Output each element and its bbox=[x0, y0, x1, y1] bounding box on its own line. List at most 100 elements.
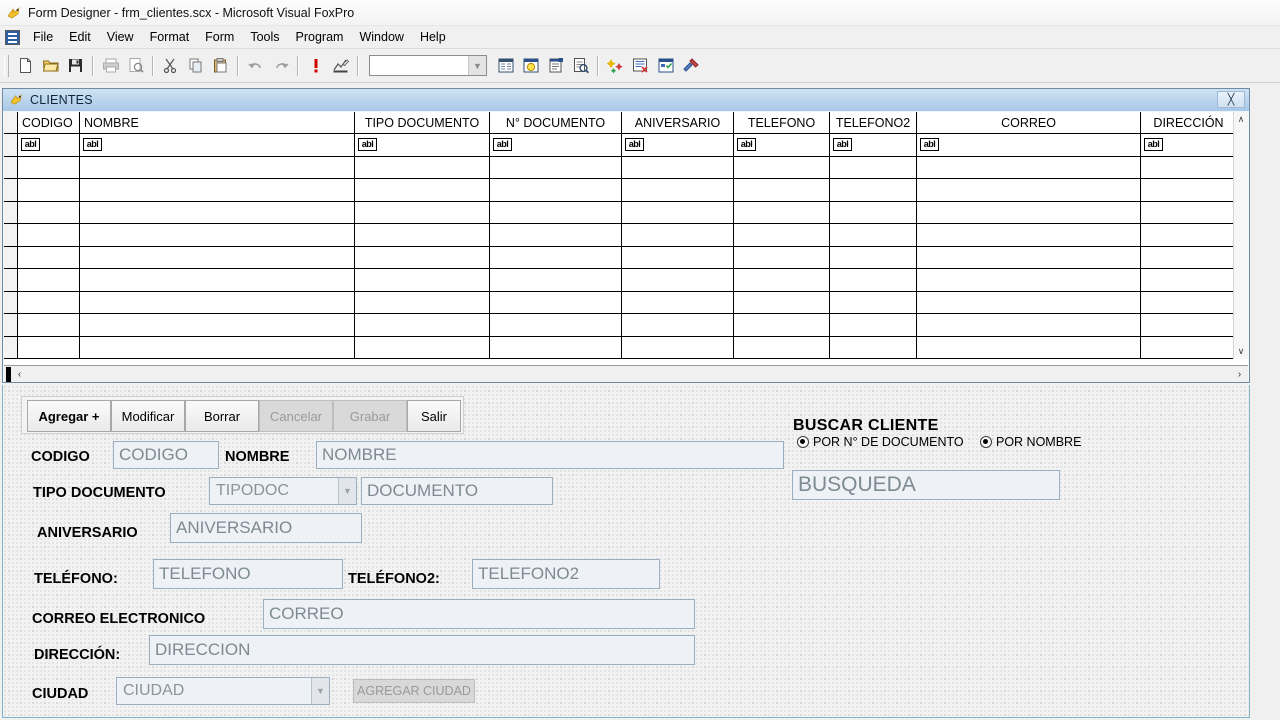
grid-row[interactable] bbox=[4, 246, 1248, 269]
grid-cell[interactable] bbox=[355, 314, 490, 336]
grid-cell[interactable] bbox=[734, 269, 830, 291]
direccion-input[interactable]: DIRECCION bbox=[149, 635, 695, 665]
grid-cell[interactable] bbox=[917, 156, 1141, 178]
paste-icon[interactable] bbox=[208, 54, 233, 78]
grid-cell[interactable] bbox=[355, 269, 490, 291]
grid-cell[interactable] bbox=[490, 336, 622, 358]
form-builder-icon[interactable] bbox=[678, 54, 703, 78]
grid-cell[interactable] bbox=[80, 156, 355, 178]
grid-column-header[interactable]: CODIGO bbox=[18, 112, 80, 133]
grid-cell[interactable] bbox=[734, 201, 830, 223]
grid-cell[interactable]: abl bbox=[355, 134, 490, 156]
grid-cell[interactable]: abl bbox=[830, 134, 917, 156]
grid-column-header[interactable]: NOMBRE bbox=[80, 112, 355, 133]
grid-cell[interactable] bbox=[18, 201, 80, 223]
grid-cell[interactable] bbox=[1141, 314, 1237, 336]
grid-row[interactable] bbox=[4, 336, 1248, 359]
grid-cell[interactable] bbox=[622, 269, 734, 291]
grid-cell[interactable] bbox=[490, 156, 622, 178]
redo-icon[interactable] bbox=[268, 54, 293, 78]
undo-icon[interactable] bbox=[243, 54, 268, 78]
autoformat-icon[interactable] bbox=[603, 54, 628, 78]
form-designer-icon[interactable] bbox=[518, 54, 543, 78]
grid-row-header[interactable] bbox=[4, 246, 18, 268]
grid-cell[interactable] bbox=[355, 156, 490, 178]
print-icon[interactable] bbox=[98, 54, 123, 78]
grid-cell[interactable]: abl bbox=[18, 134, 80, 156]
salir-button[interactable]: Salir bbox=[407, 400, 461, 432]
report-designer-icon[interactable] bbox=[543, 54, 568, 78]
menu-item-tools[interactable]: Tools bbox=[242, 27, 287, 47]
grid-cell[interactable]: abl bbox=[1141, 134, 1237, 156]
grid-cell[interactable] bbox=[1141, 269, 1237, 291]
grid-cell[interactable] bbox=[622, 156, 734, 178]
radio-por-nombre[interactable]: POR NOMBRE bbox=[980, 435, 1081, 449]
open-folder-icon[interactable] bbox=[38, 54, 63, 78]
menu-item-file[interactable]: File bbox=[25, 27, 61, 47]
system-menu-icon[interactable] bbox=[5, 29, 20, 45]
grid-cell[interactable] bbox=[622, 336, 734, 358]
grid-cell[interactable] bbox=[622, 179, 734, 201]
correo-input[interactable]: CORREO bbox=[263, 599, 695, 629]
grid-row-header[interactable] bbox=[4, 179, 18, 201]
grid-cell[interactable] bbox=[1141, 201, 1237, 223]
grid-column-header[interactable]: ANIVERSARIO bbox=[622, 112, 734, 133]
grid-cell[interactable] bbox=[830, 246, 917, 268]
menu-item-view[interactable]: View bbox=[99, 27, 142, 47]
grid-row[interactable] bbox=[4, 224, 1248, 247]
radio-por-documento[interactable]: POR N° DE DOCUMENTO bbox=[797, 435, 964, 449]
chevron-down-icon[interactable]: ▼ bbox=[311, 678, 329, 704]
grid-row[interactable] bbox=[4, 291, 1248, 314]
grid-row-header[interactable] bbox=[4, 269, 18, 291]
grid-cell[interactable] bbox=[734, 179, 830, 201]
grid-cell[interactable] bbox=[1141, 156, 1237, 178]
grid-cell[interactable] bbox=[490, 291, 622, 313]
grid-row-header[interactable] bbox=[4, 336, 18, 358]
print-preview-icon[interactable] bbox=[123, 54, 148, 78]
new-document-icon[interactable] bbox=[13, 54, 38, 78]
ciudad-combo[interactable]: CIUDAD ▼ bbox=[116, 677, 330, 705]
grid-cell[interactable]: abl bbox=[490, 134, 622, 156]
grid-cell[interactable] bbox=[490, 179, 622, 201]
grid-cell[interactable] bbox=[734, 224, 830, 246]
grid-cell[interactable]: abl bbox=[622, 134, 734, 156]
grid-cell[interactable] bbox=[490, 224, 622, 246]
grid-cell[interactable] bbox=[622, 224, 734, 246]
grid-cell[interactable] bbox=[917, 291, 1141, 313]
run-icon[interactable] bbox=[303, 54, 328, 78]
grid-row[interactable] bbox=[4, 314, 1248, 337]
nombre-input[interactable]: NOMBRE bbox=[316, 441, 784, 469]
grid-cell[interactable] bbox=[1141, 336, 1237, 358]
grid-row[interactable] bbox=[4, 179, 1248, 202]
save-icon[interactable] bbox=[63, 54, 88, 78]
grid-cell[interactable] bbox=[622, 246, 734, 268]
grid-cell[interactable] bbox=[1141, 224, 1237, 246]
menu-item-edit[interactable]: Edit bbox=[61, 27, 99, 47]
grid-cell[interactable] bbox=[830, 201, 917, 223]
grid-cell[interactable] bbox=[18, 291, 80, 313]
grid-cell[interactable] bbox=[830, 314, 917, 336]
menu-item-program[interactable]: Program bbox=[288, 27, 352, 47]
grid-cell[interactable] bbox=[490, 246, 622, 268]
chevron-down-icon[interactable]: ▼ bbox=[468, 56, 486, 75]
grid-column-header[interactable]: N° DOCUMENTO bbox=[490, 112, 622, 133]
grid-cell[interactable] bbox=[830, 179, 917, 201]
database-designer-icon[interactable] bbox=[493, 54, 518, 78]
grid-cell[interactable] bbox=[80, 201, 355, 223]
menu-item-help[interactable]: Help bbox=[412, 27, 454, 47]
grid-row-header[interactable] bbox=[4, 156, 18, 178]
grid-cell[interactable] bbox=[1141, 179, 1237, 201]
grid-cell[interactable] bbox=[830, 269, 917, 291]
grid-cell[interactable] bbox=[18, 269, 80, 291]
cut-icon[interactable] bbox=[158, 54, 183, 78]
grid-cell[interactable] bbox=[355, 201, 490, 223]
grid-cell[interactable] bbox=[18, 179, 80, 201]
designer-title-bar[interactable]: CLIENTES ╳ bbox=[3, 89, 1249, 111]
grid-row-header[interactable] bbox=[4, 201, 18, 223]
grid-cell[interactable] bbox=[80, 224, 355, 246]
grid-cell[interactable] bbox=[490, 201, 622, 223]
documento-input[interactable]: DOCUMENTO bbox=[361, 477, 553, 505]
grid-cell[interactable] bbox=[622, 201, 734, 223]
agregar-button[interactable]: Agregar + bbox=[27, 400, 111, 432]
grid-cell[interactable] bbox=[622, 291, 734, 313]
